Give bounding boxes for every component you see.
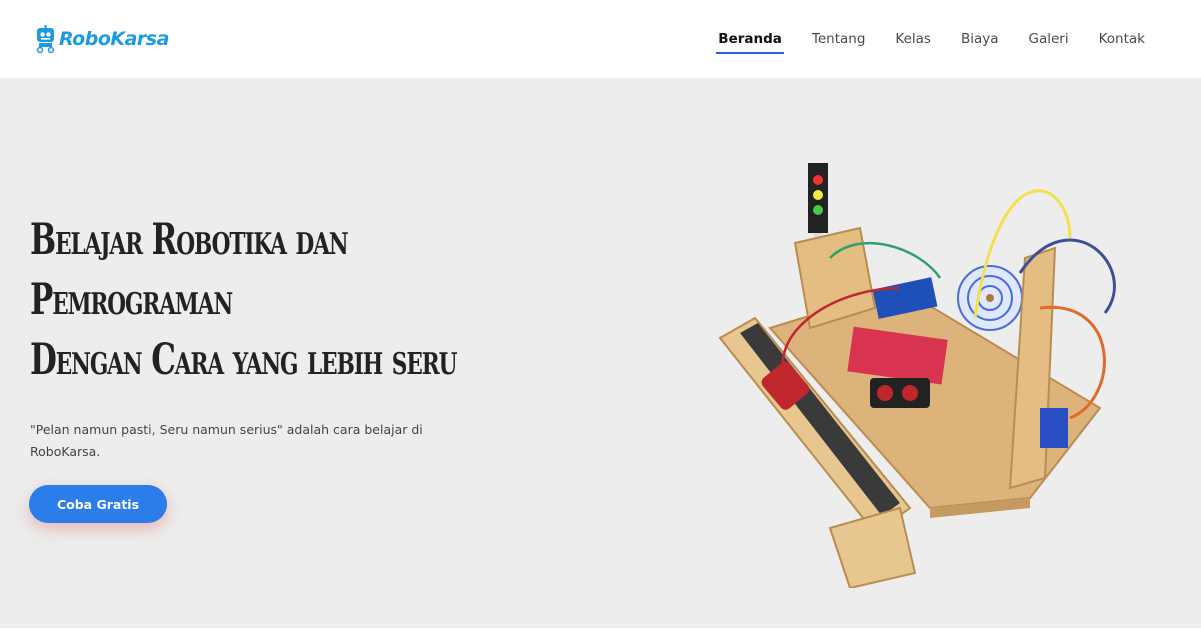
hero-section: Belajar Robotika dan Pemrograman Dengan … xyxy=(0,78,1201,628)
site-header: RoboKarsa Beranda Tentang Kelas Biaya Ga… xyxy=(0,0,1201,78)
nav-item-galeri[interactable]: Galeri xyxy=(1029,0,1069,78)
headline-line-3: Dengan Cara yang lebih seru xyxy=(30,335,457,385)
nav-item-kelas[interactable]: Kelas xyxy=(895,0,931,78)
brand-name: RoboKarsa xyxy=(59,28,169,50)
hero-headline: Belajar Robotika dan Pemrograman Dengan … xyxy=(30,210,534,390)
hero-tagline: "Pelan namun pasti, Seru namun serius" a… xyxy=(30,422,423,459)
robot-kit-image xyxy=(718,163,1116,588)
logo[interactable]: RoboKarsa xyxy=(34,24,169,54)
robot-logo-icon xyxy=(36,25,55,53)
headline-line-2: Pemrograman xyxy=(30,275,233,325)
headline-line-1: Belajar Robotika dan xyxy=(30,215,349,265)
main-nav: Beranda Tentang Kelas Biaya Galeri Konta… xyxy=(688,0,1145,78)
nav-item-kontak[interactable]: Kontak xyxy=(1099,0,1145,78)
try-free-button[interactable]: Coba Gratis xyxy=(29,485,167,523)
nav-item-biaya[interactable]: Biaya xyxy=(961,0,999,78)
nav-item-tentang[interactable]: Tentang xyxy=(812,0,866,78)
nav-item-beranda[interactable]: Beranda xyxy=(716,0,784,78)
